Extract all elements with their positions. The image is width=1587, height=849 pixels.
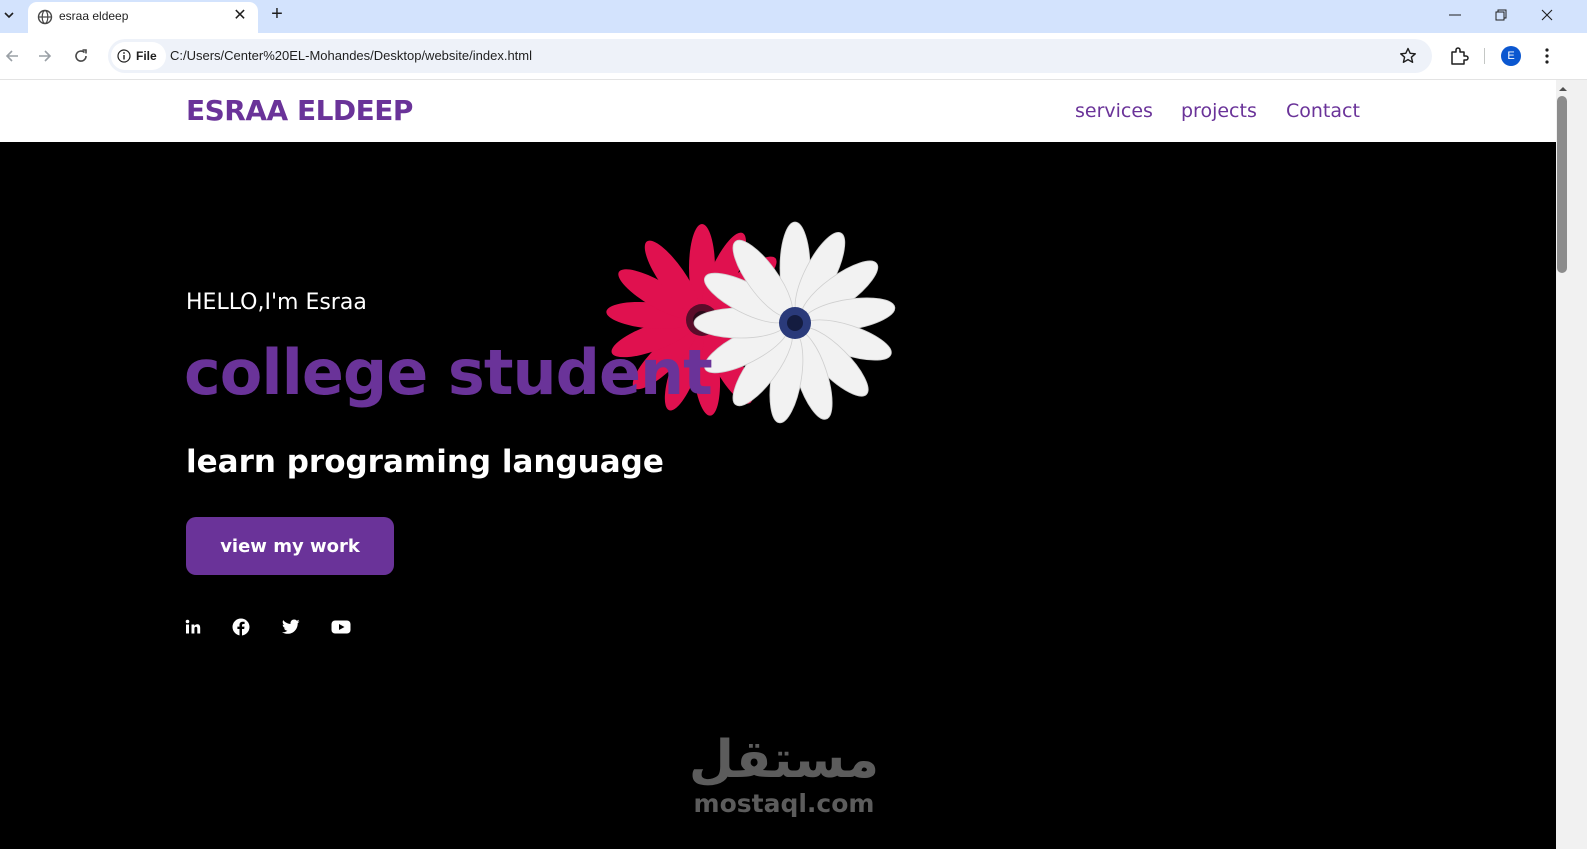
facebook-icon[interactable] xyxy=(231,617,251,637)
site-header: ESRAA ELDEEP services projects Contact xyxy=(0,80,1556,142)
nav-link-services[interactable]: services xyxy=(1075,100,1153,122)
reload-button[interactable] xyxy=(69,44,93,68)
twitter-icon[interactable] xyxy=(281,617,301,637)
restore-button[interactable] xyxy=(1478,0,1524,30)
new-tab-button[interactable]: + xyxy=(266,3,288,27)
watermark-arabic-text: مستقل xyxy=(688,730,880,790)
nav-link-projects[interactable]: projects xyxy=(1181,100,1257,122)
watermark-latin-text: mostaql.com xyxy=(693,789,875,818)
site-info-chip[interactable]: File xyxy=(111,42,166,70)
toolbar-separator xyxy=(1484,48,1485,64)
tab-strip: esraa eldeep ✕ + xyxy=(0,0,1587,33)
tab-search-icon[interactable] xyxy=(0,4,18,26)
profile-avatar[interactable]: E xyxy=(1501,46,1521,66)
view-my-work-button[interactable]: view my work xyxy=(186,517,394,575)
info-icon xyxy=(117,49,131,63)
close-window-button[interactable] xyxy=(1524,0,1570,30)
url-text[interactable]: C:/Users/Center%20EL-Mohandes/Desktop/we… xyxy=(170,48,532,63)
scrollbar-thumb[interactable] xyxy=(1557,96,1567,273)
tab-close-icon[interactable]: ✕ xyxy=(231,7,249,25)
tab-title: esraa eldeep xyxy=(59,9,129,23)
page-viewport: ESRAA ELDEEP services projects Contact H… xyxy=(0,80,1556,849)
youtube-icon[interactable] xyxy=(331,617,351,637)
globe-icon xyxy=(37,9,53,25)
back-button[interactable] xyxy=(0,44,24,68)
bookmark-star-icon[interactable] xyxy=(1398,46,1418,66)
minimize-button[interactable] xyxy=(1432,0,1478,30)
browser-toolbar: File C:/Users/Center%20EL-Mohandes/Deskt… xyxy=(0,33,1587,80)
forward-button[interactable] xyxy=(33,44,57,68)
address-bar[interactable]: File C:/Users/Center%20EL-Mohandes/Deskt… xyxy=(108,39,1432,73)
hero-greeting: HELLO,I'm Esraa xyxy=(186,290,367,315)
hero-subheadline: learn programing language xyxy=(186,444,664,480)
scroll-up-arrow-icon[interactable] xyxy=(1556,84,1570,94)
more-menu-icon[interactable] xyxy=(1538,44,1556,68)
linkedin-icon[interactable] xyxy=(183,617,203,637)
file-label: File xyxy=(136,49,157,63)
extensions-icon[interactable] xyxy=(1448,45,1470,67)
nav-link-contact[interactable]: Contact xyxy=(1286,100,1360,122)
mostaql-watermark: مستقل mostaql.com xyxy=(684,730,884,830)
hero-headline: college student xyxy=(184,336,713,409)
browser-tab[interactable]: esraa eldeep ✕ xyxy=(28,2,258,33)
site-logo[interactable]: ESRAA ELDEEP xyxy=(186,94,413,127)
